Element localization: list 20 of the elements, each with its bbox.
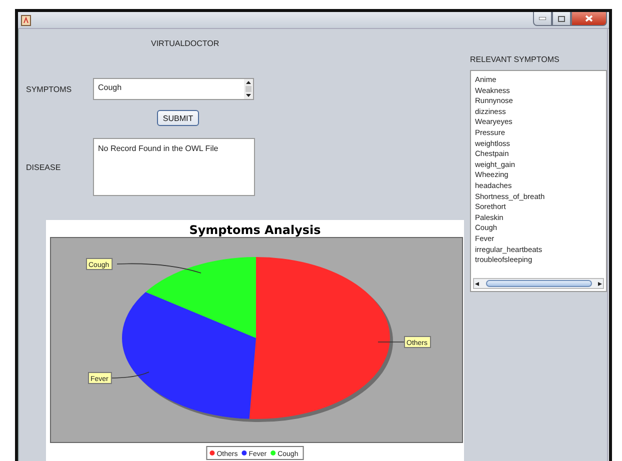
minimize-icon — [539, 17, 546, 20]
maximize-icon — [558, 16, 565, 22]
maximize-button[interactable] — [552, 12, 571, 26]
minimize-button[interactable] — [533, 12, 552, 26]
field-label: DISEASE — [26, 162, 62, 172]
symptoms-input-field[interactable]: Cough — [93, 78, 254, 100]
app-icon — [21, 14, 31, 26]
horizontal-scrollbar[interactable] — [473, 278, 604, 289]
scroll-arrows-icon[interactable] — [244, 79, 253, 99]
leader-line — [110, 372, 150, 378]
disease-text-area[interactable]: No Record Found in the OWL File — [93, 138, 255, 196]
close-button[interactable] — [571, 12, 607, 26]
chart-title: Symptoms Analysis — [189, 223, 321, 237]
app-heading: VIRTUALDOCTOR — [151, 39, 220, 48]
section-title: RELEVANT SYMPTOMS — [470, 55, 560, 64]
field-label: SYMPTOMS — [26, 84, 73, 94]
submit-button[interactable]: SUBMIT — [157, 110, 199, 126]
left-arrow-icon[interactable] — [474, 280, 480, 286]
right-arrow-icon[interactable] — [597, 280, 603, 286]
close-icon — [585, 15, 593, 22]
